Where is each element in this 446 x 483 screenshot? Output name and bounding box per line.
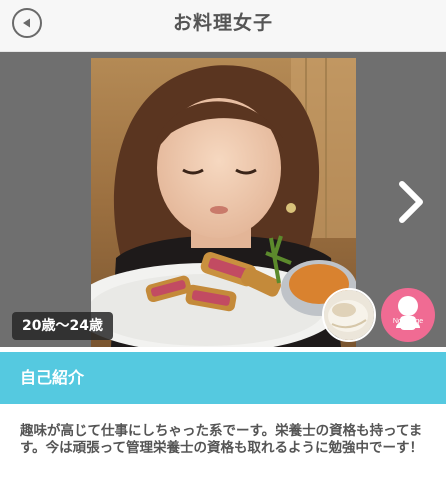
chevron-right-icon [399,181,423,223]
back-button[interactable] [12,8,42,38]
header-bar: お料理女子 [0,0,446,52]
no-image-person-icon [396,296,420,330]
back-arrow-icon [23,18,30,28]
page-title: お料理女子 [172,12,273,34]
no-image-thumbnail[interactable]: No Image [381,288,435,342]
age-badge: 20歳〜24歳 [12,312,113,340]
no-image-label: No Image [392,318,424,325]
app-screen: お料理女子 20歳〜24歳 No Image 自己紹介 趣味が高じて仕事にしちゃ… [0,0,446,483]
profile-photo [91,58,356,347]
photo-gallery[interactable] [0,52,446,347]
section-title: 自己紹介 [20,368,85,387]
self-intro-text: 趣味が高じて仕事にしちゃった系でーす。栄養士の資格も持ってます。今は頑張って管理… [20,423,423,456]
plate-thumbnail-icon [324,290,374,340]
self-intro-header: 自己紹介 [0,352,446,404]
next-photo-button[interactable] [392,172,432,232]
photo-thumbnail[interactable] [322,288,376,342]
